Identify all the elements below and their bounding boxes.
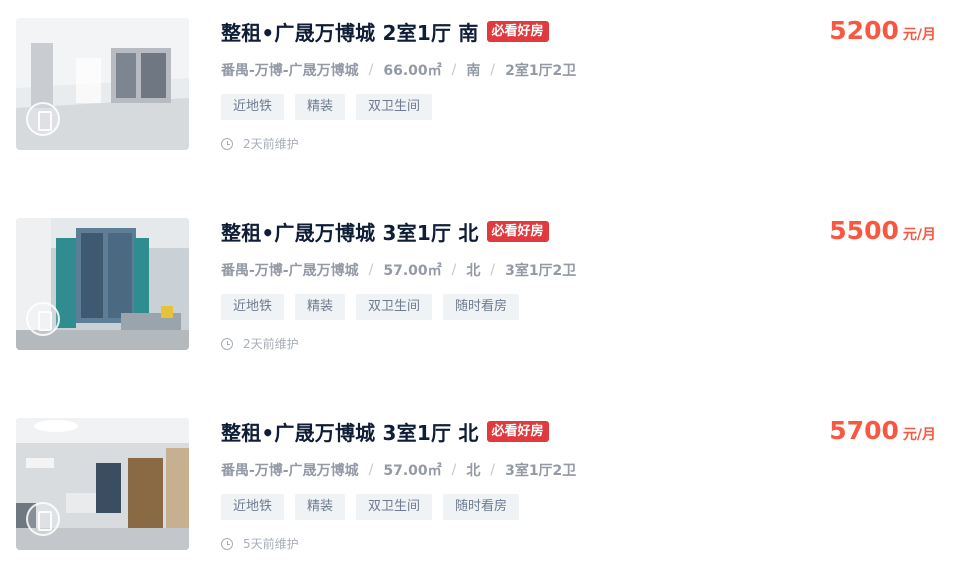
vr-tour-icon[interactable] xyxy=(26,302,60,336)
tag-list: 近地铁 精装 双卫生间 随时看房 xyxy=(221,294,520,320)
tag: 随时看房 xyxy=(443,494,520,520)
update-text: 2天前维护 xyxy=(243,337,299,351)
tag-list: 近地铁 精装 双卫生间 随时看房 xyxy=(221,494,520,520)
price-value: 5500 xyxy=(829,216,899,245)
meta-separator: / xyxy=(368,62,374,78)
meta-separator: / xyxy=(451,62,457,78)
area-value: 57.00㎡ xyxy=(383,263,442,279)
price-value: 5200 xyxy=(829,16,899,45)
hot-badge: 必看好房 xyxy=(486,20,549,42)
meta-separator: / xyxy=(451,262,457,278)
update-time: 5天前维护 xyxy=(221,535,299,552)
listing-item[interactable]: 整租•广晟万博城 3室1厅 北 必看好房 番禺-万博-广晟万博城 / 57.00… xyxy=(0,200,960,360)
district-link[interactable]: 番禺-万博-广晟万博城 xyxy=(221,260,359,280)
meta-separator: / xyxy=(490,462,496,478)
meta-separator: / xyxy=(451,462,457,478)
listing-meta: 番禺-万博-广晟万博城 / 66.00㎡ / 南 / 2室1厅2卫 xyxy=(221,60,576,80)
layout-value: 2室1厅2卫 xyxy=(505,63,577,79)
update-time: 2天前维护 xyxy=(221,135,299,152)
price: 5500 元/月 xyxy=(829,216,936,245)
tag: 近地铁 xyxy=(221,494,285,520)
tag: 精装 xyxy=(295,494,346,520)
meta-separator: / xyxy=(368,462,374,478)
tag: 随时看房 xyxy=(443,294,520,320)
orientation-value: 北 xyxy=(466,263,481,279)
tag: 双卫生间 xyxy=(356,94,433,120)
price-unit: 元/月 xyxy=(902,27,936,43)
area-value: 57.00㎡ xyxy=(383,463,442,479)
listing-photo[interactable] xyxy=(16,218,189,350)
tag-list: 近地铁 精装 双卫生间 xyxy=(221,94,433,120)
vr-tour-icon[interactable] xyxy=(26,502,60,536)
price-unit: 元/月 xyxy=(902,227,936,243)
meta-separator: / xyxy=(490,62,496,78)
listing-photo[interactable] xyxy=(16,418,189,550)
layout-value: 3室1厅2卫 xyxy=(505,463,577,479)
listing-title[interactable]: 整租•广晟万博城 3室1厅 北 xyxy=(221,217,479,246)
listing-photo[interactable] xyxy=(16,18,189,150)
tag: 双卫生间 xyxy=(356,494,433,520)
district-link[interactable]: 番禺-万博-广晟万博城 xyxy=(221,460,359,480)
tag: 近地铁 xyxy=(221,294,285,320)
price: 5200 元/月 xyxy=(829,16,936,45)
clock-icon xyxy=(221,337,233,350)
area-value: 66.00㎡ xyxy=(383,63,442,79)
meta-separator: / xyxy=(368,262,374,278)
update-text: 2天前维护 xyxy=(243,137,299,151)
meta-separator: / xyxy=(490,262,496,278)
hot-badge: 必看好房 xyxy=(486,420,549,442)
price-value: 5700 xyxy=(829,416,899,445)
update-time: 2天前维护 xyxy=(221,335,299,352)
update-text: 5天前维护 xyxy=(243,537,299,551)
district-link[interactable]: 番禺-万博-广晟万博城 xyxy=(221,60,359,80)
orientation-value: 北 xyxy=(466,463,481,479)
clock-icon xyxy=(221,137,233,150)
listing-item[interactable]: 整租•广晟万博城 2室1厅 南 必看好房 番禺-万博-广晟万博城 / 66.00… xyxy=(0,0,960,160)
tag: 双卫生间 xyxy=(356,294,433,320)
layout-value: 3室1厅2卫 xyxy=(505,263,577,279)
hot-badge: 必看好房 xyxy=(486,220,549,242)
vr-tour-icon[interactable] xyxy=(26,102,60,136)
tag: 精装 xyxy=(295,294,346,320)
tag: 精装 xyxy=(295,94,346,120)
listing-title[interactable]: 整租•广晟万博城 2室1厅 南 xyxy=(221,17,479,46)
price: 5700 元/月 xyxy=(829,416,936,445)
tag: 近地铁 xyxy=(221,94,285,120)
listing-meta: 番禺-万博-广晟万博城 / 57.00㎡ / 北 / 3室1厅2卫 xyxy=(221,260,576,280)
listing-item[interactable]: 整租•广晟万博城 3室1厅 北 必看好房 番禺-万博-广晟万博城 / 57.00… xyxy=(0,400,960,560)
orientation-value: 南 xyxy=(466,63,481,79)
listing-title[interactable]: 整租•广晟万博城 3室1厅 北 xyxy=(221,417,479,446)
clock-icon xyxy=(221,537,233,550)
price-unit: 元/月 xyxy=(902,427,936,443)
listing-meta: 番禺-万博-广晟万博城 / 57.00㎡ / 北 / 3室1厅2卫 xyxy=(221,460,576,480)
